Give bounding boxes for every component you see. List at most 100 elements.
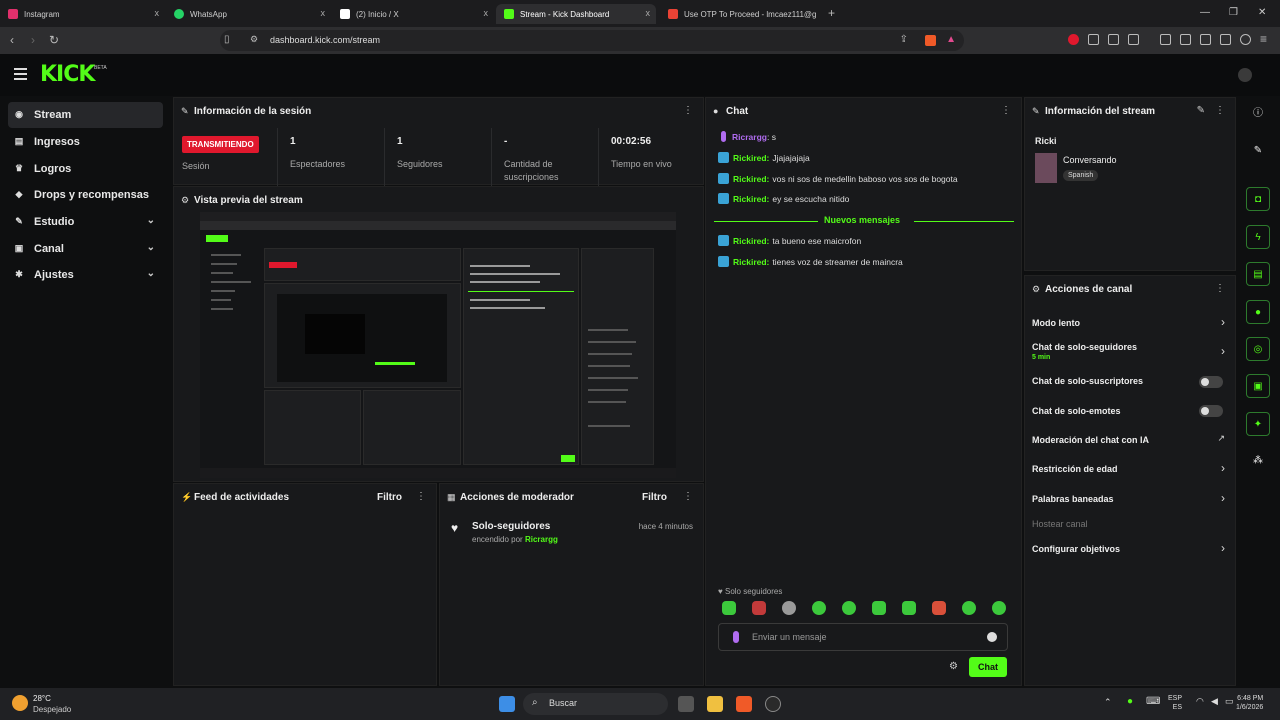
chat-message[interactable]: Rickired: ey se escucha nitido [718, 193, 849, 204]
action-ai-moderation[interactable]: Moderación del chat con IA [1032, 435, 1149, 445]
lightning-icon[interactable]: ϟ [1246, 225, 1270, 249]
share-icon[interactable]: ⇪ [900, 34, 908, 45]
extension-icon[interactable] [1088, 34, 1099, 45]
weather-temp[interactable]: 28°C [33, 694, 51, 703]
emote-icon[interactable] [902, 601, 916, 615]
chat-message[interactable]: Rickired: ta bueno ese maicrofon [718, 235, 861, 246]
vpn-icon[interactable] [1240, 34, 1251, 45]
tab-close-icon[interactable]: x [646, 8, 651, 18]
language-indicator[interactable]: ESP ES [1168, 694, 1182, 712]
start-icon[interactable] [499, 696, 515, 712]
tab-close-icon[interactable]: x [484, 8, 489, 18]
brave-shield-icon[interactable] [925, 35, 936, 46]
chat-bubble-icon[interactable]: ● [1246, 300, 1270, 324]
keyboard-icon[interactable]: ⌨ [1146, 696, 1160, 707]
battery-icon[interactable]: ▭ [1225, 696, 1234, 707]
task-view-icon[interactable] [678, 696, 694, 712]
sidebar-item-ajustes[interactable]: ✱ Ajustes ⌄ [8, 262, 163, 288]
emote-icon[interactable] [812, 601, 826, 615]
tab-gmail[interactable]: Use OTP To Proceed - lmcaez111@g [660, 4, 820, 24]
obs-icon[interactable] [765, 696, 781, 712]
chat-message[interactable]: Rickired: Jjajajajaja [718, 152, 810, 163]
filter-button[interactable]: Filtro [377, 492, 402, 503]
avatar[interactable] [1238, 68, 1252, 82]
brave-icon[interactable] [736, 696, 752, 712]
site-info-icon[interactable]: ⚙ [250, 34, 258, 45]
url-field[interactable]: ▯ ⚙ dashboard.kick.com/stream ⇪ ▲ [220, 30, 964, 51]
reload-icon[interactable]: ↻ [49, 33, 59, 47]
taskbar-search[interactable]: ⌕ Buscar [523, 693, 668, 715]
external-link-icon[interactable]: ↗ [1217, 433, 1225, 444]
chevron-up-icon[interactable]: ⌃ [1104, 697, 1112, 708]
menu-icon[interactable] [14, 68, 27, 83]
minimize-icon[interactable]: — [1200, 7, 1210, 18]
action-emotes-only[interactable]: Chat de solo-emotes [1032, 406, 1121, 416]
chevron-right-icon[interactable]: › [1221, 344, 1225, 358]
chat-settings-icon[interactable]: ⚙ [949, 661, 958, 672]
broadcast-icon[interactable]: ◎ [1246, 337, 1270, 361]
emotes-only-toggle[interactable] [1199, 405, 1223, 417]
action-banned-words[interactable]: Palabras baneadas [1032, 494, 1114, 504]
new-messages-divider[interactable]: Nuevos mensajes [714, 215, 1014, 227]
more-options-icon[interactable]: ⋮ [1215, 105, 1225, 116]
sidebar-item-estudio[interactable]: ✎ Estudio ⌄ [8, 209, 163, 235]
media-icon[interactable] [1160, 34, 1171, 45]
kick-logo[interactable]: KICK [40, 62, 95, 87]
action-slow-mode[interactable]: Modo lento [1032, 318, 1080, 328]
sidebar-item-stream[interactable]: ◉ Stream [8, 102, 163, 128]
apps-icon[interactable]: ⁂ [1246, 449, 1270, 473]
sidebar-item-drops[interactable]: ◆ Drops y recompensas [8, 182, 163, 208]
maximize-icon[interactable]: ❐ [1229, 7, 1238, 18]
emote-icon[interactable] [932, 601, 946, 615]
sidebar-toggle-icon[interactable] [1180, 34, 1191, 45]
tab-kick-dashboard[interactable]: Stream - Kick Dashboard x [496, 4, 656, 24]
info-icon[interactable]: ⓘ [1246, 102, 1270, 126]
layout-icon[interactable]: ▣ [1246, 374, 1270, 398]
more-options-icon[interactable]: ⋮ [1215, 283, 1225, 294]
more-options-icon[interactable]: ⋮ [683, 105, 693, 116]
chevron-right-icon[interactable]: › [1221, 315, 1225, 329]
wallet-icon[interactable] [1200, 34, 1211, 45]
volume-icon[interactable]: ◀ [1211, 696, 1218, 707]
wrench-icon[interactable]: ✦ [1246, 412, 1270, 436]
leo-ai-icon[interactable] [1220, 34, 1231, 45]
sidebar-item-canal[interactable]: ▣ Canal ⌄ [8, 236, 163, 262]
brave-rewards-icon[interactable]: ▲ [946, 34, 956, 45]
emote-icon[interactable] [992, 601, 1006, 615]
tab-instagram[interactable]: Instagram x [0, 4, 165, 24]
filter-button[interactable]: Filtro [642, 492, 667, 503]
more-options-icon[interactable]: ⋮ [1001, 105, 1011, 116]
emote-icon[interactable] [962, 601, 976, 615]
tab-whatsapp[interactable]: WhatsApp x [166, 4, 331, 24]
stream-preview-video[interactable] [200, 212, 676, 478]
extension-record-icon[interactable] [1068, 34, 1079, 45]
extension-icon[interactable] [1128, 34, 1139, 45]
emote-icon[interactable] [842, 601, 856, 615]
more-options-icon[interactable]: ⋮ [683, 491, 693, 502]
chevron-right-icon[interactable]: › [1221, 491, 1225, 505]
camera-icon[interactable]: ◘ [1246, 187, 1270, 211]
sidebar-item-ingresos[interactable]: ▤ Ingresos [8, 129, 163, 155]
extension-icon[interactable] [1108, 34, 1119, 45]
emote-icon[interactable] [782, 601, 796, 615]
close-window-icon[interactable]: ✕ [1258, 7, 1266, 18]
edit-icon[interactable]: ✎ [1246, 139, 1270, 163]
back-icon[interactable]: ‹ [10, 33, 14, 47]
file-explorer-icon[interactable] [707, 696, 723, 712]
chat-message[interactable]: Rickired: tienes voz de streamer de mainc… [718, 256, 903, 267]
emote-icon[interactable] [722, 601, 736, 615]
clock[interactable]: 6:48 PM 1/6/2026 [1236, 694, 1263, 712]
chat-message[interactable]: Rickired: vos ni sos de medellin baboso v… [718, 173, 958, 184]
sidebar-item-logros[interactable]: ♛ Logros [8, 156, 163, 182]
send-chat-button[interactable]: Chat [969, 657, 1007, 677]
more-options-icon[interactable]: ⋮ [416, 491, 426, 502]
subscribers-only-toggle[interactable] [1199, 376, 1223, 388]
category-name[interactable]: Conversando [1063, 155, 1117, 165]
emote-icon[interactable] [872, 601, 886, 615]
mic-icon[interactable]: ● [1127, 696, 1133, 707]
new-tab-button[interactable]: + [828, 6, 835, 20]
action-configure-goals[interactable]: Configurar objetivos [1032, 544, 1120, 554]
action-age-restriction[interactable]: Restricción de edad [1032, 464, 1118, 474]
tab-x[interactable]: (2) Inicio / Xx [332, 4, 494, 24]
forward-icon[interactable]: › [31, 33, 35, 47]
